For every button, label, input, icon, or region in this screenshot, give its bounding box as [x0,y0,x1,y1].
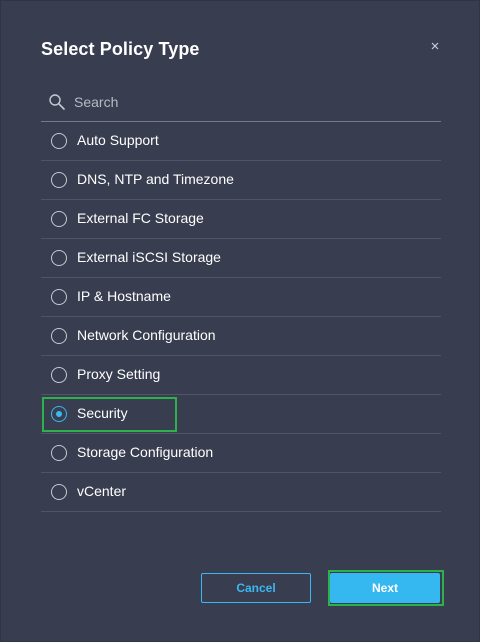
dialog-title: Select Policy Type [41,39,200,59]
radio-button[interactable] [51,328,67,344]
radio-button[interactable] [51,484,67,500]
select-policy-type-dialog: Select Policy Type Auto Support DNS, NTP… [0,0,480,642]
list-item-network-configuration[interactable]: Network Configuration [41,317,441,356]
radio-button[interactable] [51,367,67,383]
list-item-vcenter[interactable]: vCenter [41,473,441,512]
list-item-label: External FC Storage [77,210,204,226]
search-bar [41,83,441,122]
radio-button[interactable] [51,289,67,305]
radio-button[interactable] [51,133,67,149]
radio-button[interactable] [51,445,67,461]
list-item-label: IP & Hostname [77,288,171,304]
list-item-label: Auto Support [77,132,159,148]
list-item-label: Security [77,405,128,421]
list-item-label: External iSCSI Storage [77,249,221,265]
search-input[interactable] [74,90,424,114]
list-item-proxy-setting[interactable]: Proxy Setting [41,356,441,395]
close-icon[interactable] [429,39,441,51]
cancel-button[interactable]: Cancel [201,573,311,603]
radio-button-selected[interactable] [51,406,67,422]
list-item-label: Proxy Setting [77,366,161,382]
list-item-ip-hostname[interactable]: IP & Hostname [41,278,441,317]
search-icon [48,93,66,111]
list-item-external-iscsi-storage[interactable]: External iSCSI Storage [41,239,441,278]
list-item-external-fc-storage[interactable]: External FC Storage [41,200,441,239]
list-item-dns-ntp-timezone[interactable]: DNS, NTP and Timezone [41,161,441,200]
list-item-label: Storage Configuration [77,444,214,460]
list-item-storage-configuration[interactable]: Storage Configuration [41,434,441,473]
list-item-label: vCenter [77,483,127,499]
policy-type-list: Auto Support DNS, NTP and Timezone Exter… [41,122,441,512]
radio-button[interactable] [51,172,67,188]
radio-button[interactable] [51,211,67,227]
list-item-label: Network Configuration [77,327,216,343]
list-item-security[interactable]: Security [41,395,441,434]
next-button[interactable]: Next [330,573,440,603]
radio-button[interactable] [51,250,67,266]
list-item-label: DNS, NTP and Timezone [77,171,234,187]
list-item-auto-support[interactable]: Auto Support [41,122,441,161]
